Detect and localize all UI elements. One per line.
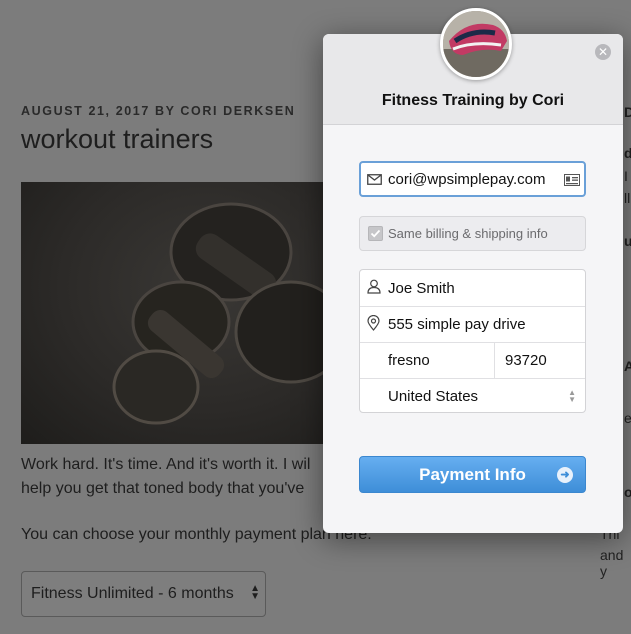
checkout-modal: Fitness Training by Cori ✕ cori@wpsimple… xyxy=(323,8,623,533)
country-value: United States xyxy=(388,388,479,405)
name-field[interactable]: Joe Smith xyxy=(360,270,585,307)
avatar xyxy=(440,8,512,80)
modal-title: Fitness Training by Cori xyxy=(381,92,565,109)
select-arrows-icon: ▲ ▼ xyxy=(250,583,260,602)
address-field[interactable]: 555 simple pay drive xyxy=(360,306,585,343)
sidebar-fragment: A xyxy=(624,358,631,374)
sidebar-fragment: dr xyxy=(624,145,631,161)
sidebar-fragment: ll xyxy=(624,190,631,206)
sidebar-fragment: ur xyxy=(624,233,631,249)
post-paragraph-plan: You can choose your monthly payment plan… xyxy=(21,526,372,543)
address-value: 555 simple pay drive xyxy=(388,316,526,333)
country-select[interactable]: United States ▲ ▼ xyxy=(360,378,585,414)
location-pin-icon xyxy=(367,314,380,335)
name-value: Joe Smith xyxy=(388,280,455,297)
post-image xyxy=(21,182,331,444)
post-meta: AUGUST 21, 2017 BY CORI DERKSEN xyxy=(21,104,296,118)
city-zip-row: fresno 93720 xyxy=(360,342,585,379)
address-group: Joe Smith 555 simple pay drive fresno 93… xyxy=(359,269,586,413)
arrow-right-icon: ➜ xyxy=(557,467,573,483)
sidebar-fragment: e xyxy=(624,410,631,426)
sidebar-fragment: and y xyxy=(600,547,624,579)
email-field[interactable]: cori@wpsimplepay.com xyxy=(359,161,586,197)
payment-info-label: Payment Info xyxy=(419,465,526,484)
sidebar-fragment: I xyxy=(624,168,628,184)
same-billing-label: Same billing & shipping info xyxy=(388,226,548,241)
payment-info-button[interactable]: Payment Info ➜ xyxy=(359,456,586,493)
sidebar-fragment: o xyxy=(624,484,631,500)
select-arrows-icon: ▲ ▼ xyxy=(568,388,576,404)
sidebar-fragment: D xyxy=(624,104,631,120)
plan-select[interactable]: Fitness Unlimited - 6 months ▲ ▼ xyxy=(21,571,266,617)
post-title: workout trainers xyxy=(21,124,214,154)
post-paragraph-line: Work hard. It's time. And it's worth it.… xyxy=(21,456,311,473)
field-divider xyxy=(494,342,495,378)
user-icon xyxy=(367,279,381,298)
plan-select-value: Fitness Unlimited - 6 months xyxy=(31,585,234,602)
email-value: cori@wpsimplepay.com xyxy=(388,171,546,188)
same-billing-checkbox[interactable]: Same billing & shipping info xyxy=(359,216,586,251)
post-paragraph-line: help you get that toned body that you've xyxy=(21,480,305,497)
checkbox-check-icon[interactable] xyxy=(368,226,383,241)
close-icon[interactable]: ✕ xyxy=(595,44,611,60)
mail-icon xyxy=(367,172,382,189)
zip-field[interactable]: 93720 xyxy=(505,352,547,369)
contact-card-icon[interactable] xyxy=(564,173,580,190)
city-field[interactable]: fresno xyxy=(388,352,430,369)
